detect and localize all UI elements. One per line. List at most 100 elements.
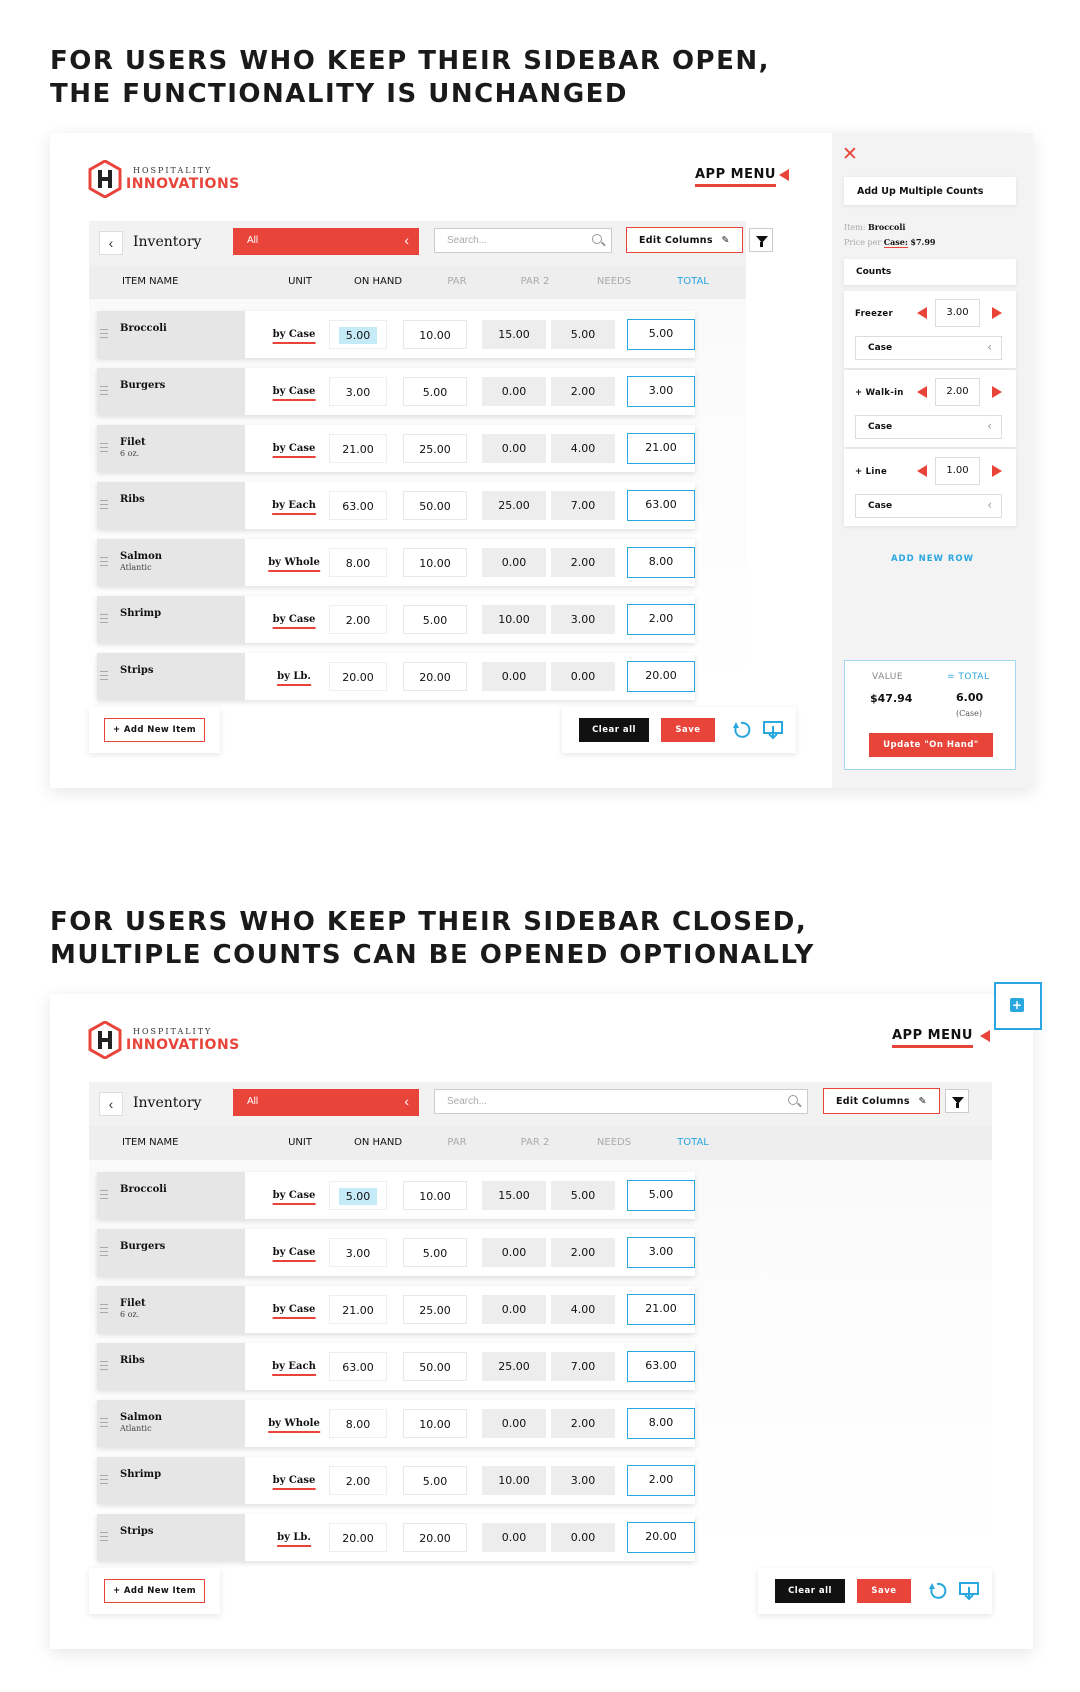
item-name-cell[interactable]: Ribs	[97, 1343, 245, 1390]
back-button[interactable]: ‹	[99, 231, 123, 255]
on-hand-input[interactable]: 63.00	[329, 1352, 387, 1381]
clear-all-button[interactable]: Clear all	[775, 1579, 845, 1603]
on-hand-input[interactable]: 5.00	[329, 1181, 387, 1210]
unit-select[interactable]: by Case	[272, 1304, 316, 1319]
save-button[interactable]: Save	[857, 1579, 911, 1603]
search-input[interactable]: Search...	[434, 228, 612, 253]
col-par2[interactable]: PAR 2	[521, 276, 550, 287]
on-hand-input[interactable]: 21.00	[329, 1295, 387, 1324]
drag-handle-icon[interactable]	[100, 1532, 108, 1541]
col-item-name[interactable]: ITEM NAME	[122, 276, 178, 287]
clear-all-button[interactable]: Clear all	[579, 718, 649, 742]
item-name-cell[interactable]: Ribs	[97, 482, 245, 529]
undo-icon[interactable]	[730, 719, 752, 741]
col-par2[interactable]: PAR 2	[521, 1137, 550, 1148]
on-hand-input[interactable]: 3.00	[329, 377, 387, 406]
decrement-icon[interactable]	[917, 386, 927, 398]
unit-select[interactable]: by Each	[272, 500, 316, 515]
unit-select[interactable]: by Lb.	[277, 671, 311, 686]
on-hand-input[interactable]: 21.00	[329, 434, 387, 463]
filter-button[interactable]	[749, 228, 773, 252]
item-name-cell[interactable]: Burgers	[97, 368, 245, 415]
item-name-cell[interactable]: Strips	[97, 1514, 245, 1561]
unit-select[interactable]: by Whole	[268, 557, 320, 572]
item-name-cell[interactable]: Salmon Atlantic	[97, 1400, 245, 1447]
item-name-cell[interactable]: Filet 6 oz.	[97, 425, 245, 472]
on-hand-input[interactable]: 63.00	[329, 491, 387, 520]
col-par[interactable]: PAR	[447, 276, 466, 287]
drag-handle-icon[interactable]	[100, 1304, 108, 1313]
col-needs[interactable]: NEEDS	[597, 276, 631, 287]
item-name-cell[interactable]: Broccoli	[97, 1172, 245, 1219]
app-menu-button[interactable]: APP MENU	[695, 167, 789, 187]
filter-button[interactable]	[945, 1089, 969, 1113]
on-hand-input[interactable]: 5.00	[329, 320, 387, 349]
col-needs[interactable]: NEEDS	[597, 1137, 631, 1148]
save-button[interactable]: Save	[661, 718, 715, 742]
unit-select[interactable]: by Case	[272, 1247, 316, 1262]
undo-icon[interactable]	[926, 1580, 948, 1602]
drag-handle-icon[interactable]	[100, 1475, 108, 1484]
col-item-name[interactable]: ITEM NAME	[122, 1137, 178, 1148]
increment-icon[interactable]	[992, 465, 1002, 477]
add-new-item-button[interactable]: + Add New Item	[104, 1579, 205, 1603]
col-total[interactable]: TOTAL	[677, 276, 709, 287]
unit-select[interactable]: by Whole	[268, 1418, 320, 1433]
increment-icon[interactable]	[992, 307, 1002, 319]
drag-handle-icon[interactable]	[100, 1361, 108, 1370]
add-new-item-button[interactable]: + Add New Item	[104, 718, 205, 742]
item-name-cell[interactable]: Shrimp	[97, 596, 245, 643]
unit-select[interactable]: by Each	[272, 1361, 316, 1376]
on-hand-input[interactable]: 2.00	[329, 605, 387, 634]
decrement-icon[interactable]	[917, 465, 927, 477]
back-button[interactable]: ‹	[99, 1092, 123, 1116]
item-name-cell[interactable]: Filet 6 oz.	[97, 1286, 245, 1333]
drag-handle-icon[interactable]	[100, 386, 108, 395]
download-icon[interactable]	[762, 719, 784, 741]
col-total[interactable]: TOTAL	[677, 1137, 709, 1148]
item-name-cell[interactable]: Burgers	[97, 1229, 245, 1276]
count-quantity-input[interactable]: 1.00	[935, 457, 980, 485]
drag-handle-icon[interactable]	[100, 671, 108, 680]
decrement-icon[interactable]	[917, 307, 927, 319]
drag-handle-icon[interactable]	[100, 557, 108, 566]
unit-select[interactable]: by Case	[272, 386, 316, 401]
col-unit[interactable]: UNIT	[288, 276, 312, 287]
edit-columns-button[interactable]: Edit Columns ✎	[626, 227, 743, 253]
on-hand-input[interactable]: 20.00	[329, 1523, 387, 1552]
item-name-cell[interactable]: Salmon Atlantic	[97, 539, 245, 586]
on-hand-input[interactable]: 20.00	[329, 662, 387, 691]
col-on-hand[interactable]: ON HAND	[354, 1137, 402, 1148]
item-name-cell[interactable]: Broccoli	[97, 311, 245, 358]
count-unit-select[interactable]: Case ‹	[855, 494, 1002, 518]
unit-select[interactable]: by Case	[272, 329, 316, 344]
price-unit[interactable]: Case:	[883, 237, 908, 248]
drag-handle-icon[interactable]	[100, 1247, 108, 1256]
open-multiple-counts-button[interactable]: +	[994, 982, 1042, 1030]
search-input[interactable]: Search...	[434, 1089, 808, 1114]
drag-handle-icon[interactable]	[100, 1418, 108, 1427]
count-quantity-input[interactable]: 2.00	[935, 378, 980, 406]
unit-select[interactable]: by Case	[272, 443, 316, 458]
unit-select[interactable]: by Lb.	[277, 1532, 311, 1547]
increment-icon[interactable]	[992, 386, 1002, 398]
col-on-hand[interactable]: ON HAND	[354, 276, 402, 287]
category-select[interactable]: All ‹	[233, 228, 419, 255]
count-unit-select[interactable]: Case ‹	[855, 336, 1002, 360]
on-hand-input[interactable]: 2.00	[329, 1466, 387, 1495]
add-new-row-button[interactable]: ADD NEW ROW	[832, 554, 1033, 564]
download-icon[interactable]	[958, 1580, 980, 1602]
col-unit[interactable]: UNIT	[288, 1137, 312, 1148]
on-hand-input[interactable]: 8.00	[329, 1409, 387, 1438]
count-unit-select[interactable]: Case ‹	[855, 415, 1002, 439]
unit-select[interactable]: by Case	[272, 614, 316, 629]
close-icon[interactable]: ✕	[842, 143, 858, 165]
drag-handle-icon[interactable]	[100, 614, 108, 623]
unit-select[interactable]: by Case	[272, 1190, 316, 1205]
col-par[interactable]: PAR	[447, 1137, 466, 1148]
drag-handle-icon[interactable]	[100, 500, 108, 509]
item-name-cell[interactable]: Strips	[97, 653, 245, 700]
category-select[interactable]: All ‹	[233, 1089, 419, 1116]
drag-handle-icon[interactable]	[100, 1190, 108, 1199]
drag-handle-icon[interactable]	[100, 443, 108, 452]
